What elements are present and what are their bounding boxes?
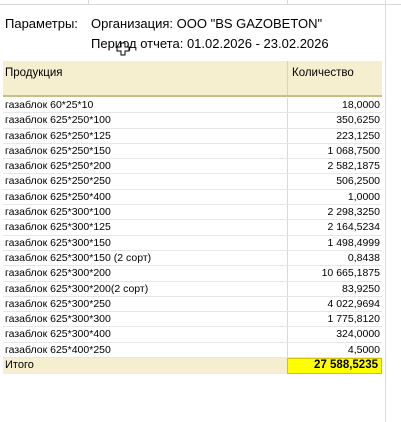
grid-column-divider [88, 0, 89, 4]
table-row[interactable]: газаблок 625*250*250 506,2500 [3, 174, 382, 190]
product-name-cell[interactable]: газаблок 625*300*100 [5, 206, 111, 218]
product-name-cell[interactable]: газаблок 625*300*200 [5, 267, 111, 279]
cell-divider [287, 113, 288, 128]
total-value-cell[interactable]: 27 588,5235 [287, 358, 382, 375]
table-row[interactable]: газаблок 625*300*400 324,0000 [3, 327, 382, 343]
quantity-cell[interactable]: 4,5000 [348, 344, 380, 356]
table-row[interactable]: газаблок 625*300*300 1 775,8120 [3, 312, 382, 328]
product-name-cell[interactable]: газаблок 625*300*150 [5, 237, 111, 249]
quantity-cell[interactable]: 324,0000 [336, 328, 380, 340]
quantity-cell[interactable]: 2 582,1875 [327, 160, 380, 172]
table-row[interactable]: газаблок 625*250*150 1 068,7500 [3, 143, 382, 160]
quantity-cell[interactable]: 18,0000 [342, 99, 380, 111]
grid-top-line [0, 0, 401, 5]
cell-divider [287, 235, 288, 250]
cell-divider [287, 98, 288, 113]
table-row[interactable]: газаблок 625*300*200(2 сорт) 83,9250 [3, 281, 382, 297]
table-row[interactable]: газаблок 625*300*100 2 298,3250 [3, 205, 382, 221]
header-divider [287, 61, 288, 95]
table-row[interactable]: газаблок 625*300*200 10 665,1875 [3, 266, 382, 282]
total-row[interactable]: Итого 27 588,5235 [3, 358, 382, 375]
table-row[interactable]: газаблок 625*300*250 4 022,9694 [3, 296, 382, 313]
product-name-cell[interactable]: газаблок 625*300*125 [5, 221, 111, 233]
total-value: 27 588,5235 [314, 359, 378, 372]
spreadsheet-report: Параметры: Организация: ООО "BS GAZOBETO… [0, 0, 401, 422]
quantity-cell[interactable]: 1 775,8120 [327, 313, 380, 325]
table-row[interactable]: газаблок 625*400*250 4,5000 [3, 342, 382, 359]
quantity-cell[interactable]: 2 164,5234 [327, 221, 380, 233]
quantity-cell[interactable]: 10 665,1875 [322, 267, 380, 279]
table-row[interactable]: газаблок 60*25*10 18,0000 [3, 98, 382, 114]
cell-divider [287, 205, 288, 220]
quantity-cell[interactable]: 1 068,7500 [327, 145, 380, 157]
quantity-cell[interactable]: 4 022,9694 [327, 298, 380, 310]
product-table: Продукция Количество газаблок 60*25*10 18… [3, 61, 382, 375]
cell-divider [287, 174, 288, 189]
quantity-cell[interactable]: 223,1250 [336, 130, 380, 142]
cell-divider [287, 342, 288, 358]
product-name-cell[interactable]: газаблок 625*300*200(2 сорт) [5, 283, 148, 295]
table-row[interactable]: газаблок 625*300*150 (2 сорт) 0,8438 [3, 250, 382, 267]
column-header-product[interactable]: Продукция [5, 67, 63, 79]
grid-column-divider [385, 0, 386, 422]
quantity-cell[interactable]: 83,9250 [342, 283, 380, 295]
cell-divider [287, 327, 288, 342]
table-body: газаблок 60*25*10 18,0000 газаблок 625*250… [3, 98, 382, 359]
product-name-cell[interactable]: газаблок 625*250*100 [5, 114, 111, 126]
grid-column-divider [287, 0, 288, 4]
cell-divider [287, 266, 288, 281]
product-name-cell[interactable]: газаблок 625*300*150 (2 сорт) [5, 252, 151, 264]
cell-divider [287, 296, 288, 312]
quantity-cell[interactable]: 350,6250 [336, 114, 380, 126]
params-label: Параметры: [5, 16, 78, 31]
table-header: Продукция Количество [3, 61, 382, 97]
cell-divider [287, 281, 288, 296]
quantity-cell[interactable]: 0,8438 [348, 252, 380, 264]
cell-divider [287, 128, 288, 143]
product-name-cell[interactable]: газаблок 625*300*250 [5, 298, 111, 310]
table-row[interactable]: газаблок 625*300*150 1 498,4999 [3, 235, 382, 251]
product-name-cell[interactable]: газаблок 625*250*250 [5, 175, 111, 187]
column-header-quantity[interactable]: Количество [292, 67, 354, 79]
quantity-cell[interactable]: 506,2500 [336, 175, 380, 187]
table-row[interactable]: газаблок 625*300*125 2 164,5234 [3, 220, 382, 236]
table-row[interactable]: газаблок 625*250*100 350,6250 [3, 113, 382, 129]
cell-divider [287, 250, 288, 266]
cell-divider [287, 312, 288, 327]
product-name-cell[interactable]: газаблок 625*250*125 [5, 130, 111, 142]
product-name-cell[interactable]: газаблок 625*300*400 [5, 328, 111, 340]
move-cursor-icon [116, 42, 130, 56]
product-name-cell[interactable]: газаблок 625*250*200 [5, 160, 111, 172]
product-name-cell[interactable]: газаблок 625*300*300 [5, 313, 111, 325]
quantity-cell[interactable]: 1,0000 [348, 191, 380, 203]
product-name-cell[interactable]: газаблок 625*400*250 [5, 344, 111, 356]
cell-divider [287, 220, 288, 235]
product-name-cell[interactable]: газаблок 60*25*10 [5, 99, 93, 111]
quantity-cell[interactable]: 1 498,4999 [327, 237, 380, 249]
table-row[interactable]: газаблок 625*250*125 223,1250 [3, 128, 382, 144]
organization-text: Организация: ООО "BS GAZOBETON" [91, 16, 323, 31]
table-row[interactable]: газаблок 625*250*200 2 582,1875 [3, 159, 382, 175]
product-name-cell[interactable]: газаблок 625*250*400 [5, 191, 111, 203]
cell-divider [287, 159, 288, 174]
table-row[interactable]: газаблок 625*250*400 1,0000 [3, 189, 382, 206]
cell-divider [287, 189, 288, 205]
product-name-cell[interactable]: газаблок 625*250*150 [5, 145, 111, 157]
cell-divider [287, 143, 288, 159]
total-label: Итого [5, 359, 34, 372]
quantity-cell[interactable]: 2 298,3250 [327, 206, 380, 218]
